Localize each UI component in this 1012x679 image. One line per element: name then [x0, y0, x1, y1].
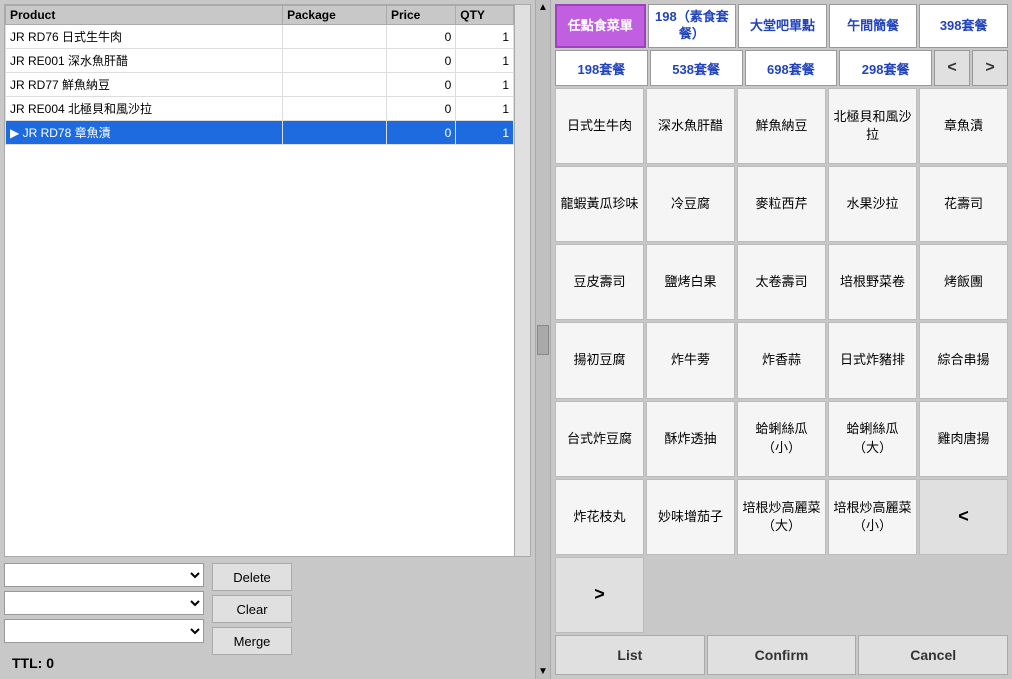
product-table: Product Package Price QTY JR RD76 日式生牛肉 0… [5, 5, 514, 145]
dropdown-2[interactable] [4, 591, 204, 615]
right-panel: 任點食菜單198（素食套餐）大堂吧單點午間簡餐398套餐 198套餐538套餐6… [551, 0, 1012, 679]
table-row[interactable]: JR RD76 日式生牛肉 01 [6, 25, 514, 49]
cell-product: JR RE001 深水魚肝醋 [6, 49, 283, 73]
cell-price: 0 [386, 49, 455, 73]
menu-item-19[interactable]: 綜合串揚 [919, 322, 1008, 398]
menu-item-17[interactable]: 炸香蒜 [737, 322, 826, 398]
menu-item-2[interactable]: 鮮魚納豆 [737, 88, 826, 164]
cell-package [283, 97, 387, 121]
menu-item-26[interactable]: 妙味增茄子 [646, 479, 735, 555]
col-header-package: Package [283, 6, 387, 25]
menu-grid: 日式生牛肉深水魚肝醋鮮魚納豆北極貝和風沙拉章魚漬龍蝦黃瓜珍味冷豆腐麥粒西芹水果沙… [555, 88, 1008, 633]
dropdown-1[interactable] [4, 563, 204, 587]
menu-item-1[interactable]: 深水魚肝醋 [646, 88, 735, 164]
nav-prev[interactable]: < [934, 50, 970, 86]
dropdown-3[interactable] [4, 619, 204, 643]
menu-item-18[interactable]: 日式炸豬排 [828, 322, 917, 398]
menu-item-6[interactable]: 冷豆腐 [646, 166, 735, 242]
dropdowns-area: TTL: 0 [4, 563, 204, 675]
ttl-area: TTL: 0 [4, 651, 204, 675]
tab-698[interactable]: 698套餐 [745, 50, 838, 86]
col-header-price: Price [386, 6, 455, 25]
tab-198[interactable]: 198套餐 [555, 50, 648, 86]
scroll-up-btn[interactable]: ▲ [538, 2, 548, 13]
menu-item-23[interactable]: 蛤蜊絲瓜（大） [828, 401, 917, 477]
menu-item-16[interactable]: 炸牛蒡 [646, 322, 735, 398]
menu-item-5[interactable]: 龍蝦黃瓜珍味 [555, 166, 644, 242]
confirm-button[interactable]: Confirm [707, 635, 857, 675]
ttl-label: TTL: [12, 655, 42, 671]
grid-nav-next[interactable]: > [555, 557, 644, 633]
list-button[interactable]: List [555, 635, 705, 675]
cell-price: 0 [386, 121, 455, 145]
menu-item-0[interactable]: 日式生牛肉 [555, 88, 644, 164]
menu-item-4[interactable]: 章魚漬 [919, 88, 1008, 164]
cancel-button[interactable]: Cancel [858, 635, 1008, 675]
ttl-value: 0 [46, 655, 54, 671]
menu-item-15[interactable]: 揚初豆腐 [555, 322, 644, 398]
table-row[interactable]: JR RD78 章魚漬 01 [6, 121, 514, 145]
cell-qty: 1 [456, 97, 514, 121]
scroll-thumb[interactable] [537, 325, 549, 355]
tab-298[interactable]: 298套餐 [839, 50, 932, 86]
table-row[interactable]: JR RE001 深水魚肝醋 01 [6, 49, 514, 73]
menu-item-14[interactable]: 烤飯團 [919, 244, 1008, 320]
left-panel: Product Package Price QTY JR RD76 日式生牛肉 0… [0, 0, 535, 679]
action-buttons: Delete Clear Merge [212, 563, 292, 655]
menu-item-9[interactable]: 花壽司 [919, 166, 1008, 242]
scroll-down-btn[interactable]: ▼ [538, 666, 548, 677]
table-row[interactable]: JR RD77 鮮魚納豆 01 [6, 73, 514, 97]
cell-qty: 1 [456, 49, 514, 73]
grid-nav-prev[interactable]: < [919, 479, 1008, 555]
clear-button[interactable]: Clear [212, 595, 292, 623]
bottom-action-row: List Confirm Cancel [555, 635, 1008, 675]
menu-item-8[interactable]: 水果沙拉 [828, 166, 917, 242]
cell-price: 0 [386, 25, 455, 49]
menu-item-27[interactable]: 培根炒高麗菜（大） [737, 479, 826, 555]
menu-item-22[interactable]: 蛤蜊絲瓜（小） [737, 401, 826, 477]
cell-package [283, 49, 387, 73]
scrollbar[interactable] [514, 5, 530, 556]
menu-item-3[interactable]: 北極貝和風沙拉 [828, 88, 917, 164]
tab-rendian[interactable]: 任點食菜單 [555, 4, 646, 48]
menu-item-12[interactable]: 太卷壽司 [737, 244, 826, 320]
cell-package [283, 73, 387, 97]
menu-item-11[interactable]: 鹽烤白果 [646, 244, 735, 320]
menu-item-21[interactable]: 酥炸透抽 [646, 401, 735, 477]
cell-product: JR RD78 章魚漬 [6, 121, 283, 145]
col-header-qty: QTY [456, 6, 514, 25]
cell-product: JR RE004 北極貝和風沙拉 [6, 97, 283, 121]
menu-item-10[interactable]: 豆皮壽司 [555, 244, 644, 320]
tabs-row-1: 任點食菜單198（素食套餐）大堂吧單點午間簡餐398套餐 [555, 4, 1008, 48]
cell-price: 0 [386, 97, 455, 121]
menu-item-7[interactable]: 麥粒西芹 [737, 166, 826, 242]
menu-item-28[interactable]: 培根炒高麗菜（小） [828, 479, 917, 555]
tab-wujian[interactable]: 午間簡餐 [829, 4, 918, 48]
nav-next[interactable]: > [972, 50, 1008, 86]
table-row[interactable]: JR RE004 北極貝和風沙拉 01 [6, 97, 514, 121]
cell-qty: 1 [456, 73, 514, 97]
delete-button[interactable]: Delete [212, 563, 292, 591]
tab-538[interactable]: 538套餐 [650, 50, 743, 86]
cell-qty: 1 [456, 25, 514, 49]
product-table-area: Product Package Price QTY JR RD76 日式生牛肉 0… [5, 5, 514, 556]
menu-item-25[interactable]: 炸花枝丸 [555, 479, 644, 555]
cell-product: JR RD77 鮮魚納豆 [6, 73, 283, 97]
col-header-product: Product [6, 6, 283, 25]
tabs-row-2: 198套餐538套餐698套餐298套餐<> [555, 50, 1008, 86]
tab-datingba[interactable]: 大堂吧單點 [738, 4, 827, 48]
tab-398[interactable]: 398套餐 [919, 4, 1008, 48]
cell-product: JR RD76 日式生牛肉 [6, 25, 283, 49]
menu-item-24[interactable]: 雞肉唐揚 [919, 401, 1008, 477]
cell-price: 0 [386, 73, 455, 97]
cell-package [283, 25, 387, 49]
cell-package [283, 121, 387, 145]
menu-item-13[interactable]: 培根野菜卷 [828, 244, 917, 320]
merge-button[interactable]: Merge [212, 627, 292, 655]
menu-item-20[interactable]: 台式炸豆腐 [555, 401, 644, 477]
tab-sushi198[interactable]: 198（素食套餐） [648, 4, 737, 48]
cell-qty: 1 [456, 121, 514, 145]
